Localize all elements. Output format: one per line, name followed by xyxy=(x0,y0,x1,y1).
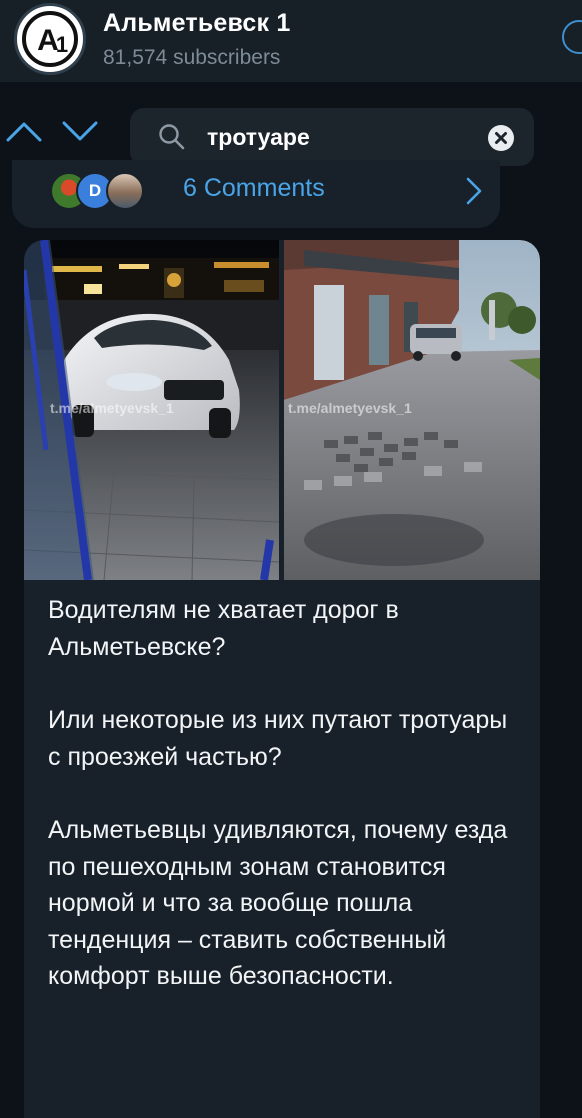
clear-search-button[interactable] xyxy=(488,125,514,151)
clear-icon xyxy=(495,132,507,144)
channel-header[interactable]: A 1 Альметьевск 1 81,574 subscribers xyxy=(0,0,582,82)
chevron-right-icon[interactable] xyxy=(464,176,484,206)
channel-avatar[interactable]: A 1 xyxy=(14,3,86,75)
arrow-down-icon[interactable] xyxy=(60,118,100,144)
svg-text:1: 1 xyxy=(56,32,68,57)
photo-car-on-sidewalk-day[interactable]: t.me/almetyevsk_1 xyxy=(284,240,540,580)
message-bubble[interactable]: t.me/almetyevsk_1 t.me/almetyevsk_1 Води… xyxy=(24,240,540,1118)
search-query[interactable]: тротуаре xyxy=(207,124,310,151)
message-paragraph: Водителям не хватает дорог в Альметьевск… xyxy=(48,596,399,661)
comments-link[interactable]: 6 Comments xyxy=(183,174,325,203)
channel-title: Альметьевск 1 xyxy=(103,9,291,37)
message-paragraph: Альметьевцы удивляются, почему езда по п… xyxy=(48,816,508,990)
watermark: t.me/almetyevsk_1 xyxy=(50,400,174,416)
watermark: t.me/almetyevsk_1 xyxy=(288,400,412,416)
message-paragraph: Или некоторые из них путают тротуары с п… xyxy=(48,706,508,771)
search-icon xyxy=(159,124,185,150)
channel-logo: A 1 xyxy=(19,8,81,70)
search-input[interactable]: тротуаре xyxy=(130,108,534,166)
header-action-icon[interactable] xyxy=(562,20,582,54)
photo-car-on-sidewalk-night[interactable]: t.me/almetyevsk_1 xyxy=(24,240,279,580)
previous-message-footer[interactable]: D 6 Comments xyxy=(12,160,500,228)
subscriber-count: 81,574 subscribers xyxy=(103,46,281,69)
commenter-initial: D xyxy=(88,181,102,200)
commenter-avatar xyxy=(106,172,144,210)
telegram-channel-view: A 1 Альметьевск 1 81,574 subscribers тро… xyxy=(0,0,582,1118)
message-text: Водителям не хватает дорог в Альметьевск… xyxy=(48,592,518,1032)
arrow-up-icon[interactable] xyxy=(4,118,44,144)
commenter-avatars: D xyxy=(50,172,180,212)
